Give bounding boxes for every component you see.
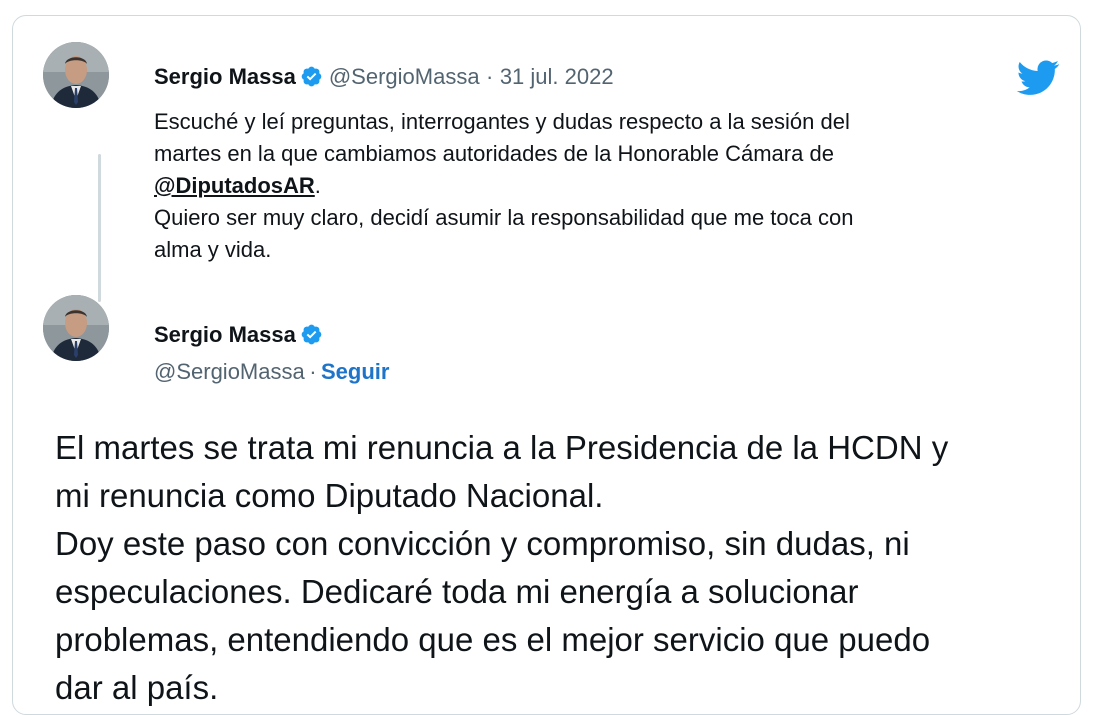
quoted-tweet-header: Sergio Massa @SergioMassa · 31 jul. 2022 (154, 64, 614, 90)
verified-badge-icon (301, 66, 322, 87)
mention-suffix: . (314, 173, 321, 198)
text-line: Escuché y leí preguntas, interrogantes y… (154, 109, 850, 134)
author-name[interactable]: Sergio Massa (154, 64, 296, 89)
text-line: dar al país. (55, 669, 219, 706)
separator-dot: · (486, 64, 494, 89)
text-line: Doy este paso con convicción y compromis… (55, 525, 910, 562)
avatar-photo (43, 295, 109, 361)
thread-connector-line (98, 154, 101, 302)
author-handle[interactable]: @SergioMassa (329, 64, 480, 89)
author-handle[interactable]: @SergioMassa (154, 359, 305, 384)
text-line: especulaciones. Dedicaré toda mi energía… (55, 573, 859, 610)
avatar[interactable] (43, 42, 109, 108)
tweet-embed-card: Sergio Massa @SergioMassa · 31 jul. 2022 … (12, 15, 1081, 715)
quoted-tweet-text: Escuché y leí preguntas, interrogantes y… (154, 106, 1054, 266)
avatar[interactable] (43, 295, 109, 361)
avatar-photo (43, 42, 109, 108)
text-line: mi renuncia como Diputado Nacional. (55, 477, 604, 514)
text-line: alma y vida. (154, 237, 272, 262)
main-tweet-text: El martes se trata mi renuncia a la Pres… (55, 424, 1075, 712)
twitter-bird-icon[interactable] (1016, 60, 1060, 96)
tweet-date[interactable]: 31 jul. 2022 (500, 64, 614, 89)
text-line: problemas, entendiendo que es el mejor s… (55, 621, 931, 658)
mention-link[interactable]: @DiputadosAR (154, 173, 315, 198)
main-tweet-handle-row: @SergioMassa · Seguir (154, 359, 389, 385)
main-tweet-author: Sergio Massa (154, 322, 323, 348)
verified-badge-icon (301, 324, 322, 345)
text-line: El martes se trata mi renuncia a la Pres… (55, 429, 949, 466)
text-line: Quiero ser muy claro, decidí asumir la r… (154, 205, 854, 230)
text-line: martes en la que cambiamos autoridades d… (154, 141, 834, 166)
author-name[interactable]: Sergio Massa (154, 322, 296, 347)
follow-button[interactable]: Seguir (321, 359, 389, 384)
separator-dot: · (309, 359, 317, 384)
text-line: @DiputadosAR. (154, 170, 1054, 202)
